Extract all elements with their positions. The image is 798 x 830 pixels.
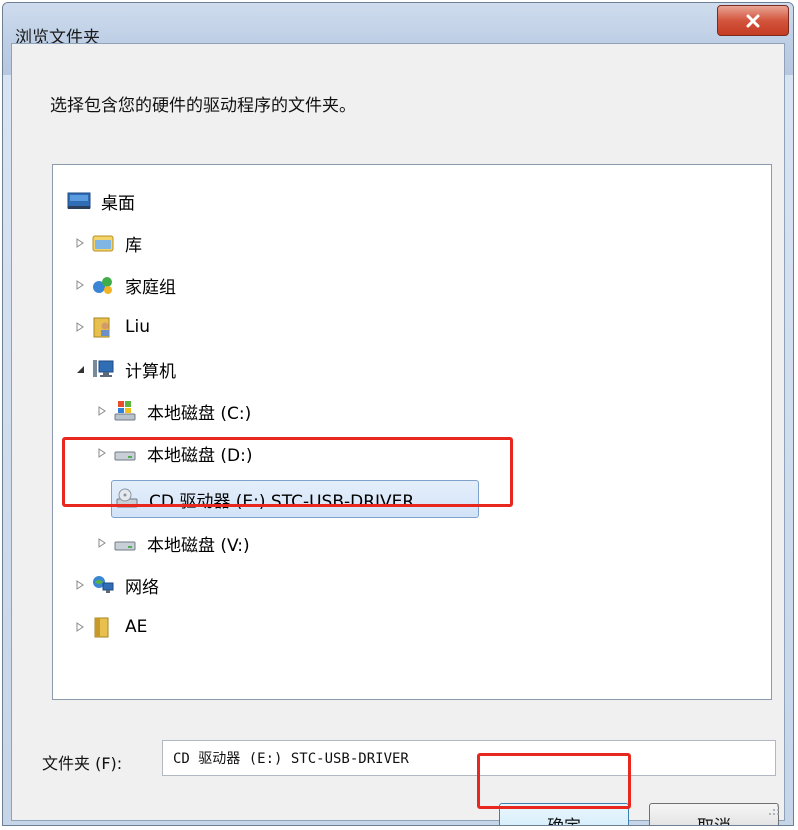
folder-path-value: CD 驱动器 (E:) STC-USB-DRIVER xyxy=(173,751,409,767)
drive-icon xyxy=(113,531,137,555)
tree-item-desktop[interactable]: 桌面 xyxy=(67,184,135,218)
folder-icon xyxy=(91,615,115,639)
cancel-button[interactable]: 取消 xyxy=(649,803,779,825)
collapse-arrow-icon[interactable] xyxy=(73,364,87,374)
annotation-box-ok-button xyxy=(477,753,631,809)
expand-arrow-icon[interactable] xyxy=(73,622,87,632)
tree-item-library[interactable]: 库 xyxy=(73,226,142,260)
tree-item-drive-v[interactable]: 本地磁盘 (V:) xyxy=(95,526,250,560)
browse-folder-dialog: 浏览文件夹 选择包含您的硬件的驱动程序的文件夹。 桌面 库 家庭组 Liu 计算… xyxy=(2,2,794,826)
desktop-icon xyxy=(67,189,91,213)
tree-item-homegroup[interactable]: 家庭组 xyxy=(73,268,176,302)
library-icon xyxy=(91,231,115,255)
tree-item-ae[interactable]: AE xyxy=(73,610,147,644)
expand-arrow-icon[interactable] xyxy=(95,406,109,416)
homegroup-icon xyxy=(91,273,115,297)
folder-path-field[interactable]: CD 驱动器 (E:) STC-USB-DRIVER xyxy=(162,740,776,776)
expand-arrow-icon[interactable] xyxy=(73,580,87,590)
network-icon xyxy=(91,573,115,597)
dialog-body: 选择包含您的硬件的驱动程序的文件夹。 桌面 库 家庭组 Liu 计算机 本地磁盘… xyxy=(11,43,785,825)
expand-arrow-icon[interactable] xyxy=(73,238,87,248)
expand-arrow-icon[interactable] xyxy=(73,322,87,332)
annotation-box-cd-drive xyxy=(62,437,513,507)
expand-arrow-icon[interactable] xyxy=(73,280,87,290)
folder-tree[interactable]: 桌面 库 家庭组 Liu 计算机 本地磁盘 (C:) 本地磁盘 (D:) CD … xyxy=(52,164,772,700)
expand-arrow-icon[interactable] xyxy=(95,538,109,548)
tree-item-user-liu[interactable]: Liu xyxy=(73,310,150,344)
instruction-text: 选择包含您的硬件的驱动程序的文件夹。 xyxy=(50,96,356,116)
tree-item-drive-c[interactable]: 本地磁盘 (C:) xyxy=(95,394,251,428)
computer-icon xyxy=(91,357,115,381)
resize-grip-icon[interactable] xyxy=(768,804,780,816)
user-folder-icon xyxy=(91,315,115,339)
close-button[interactable] xyxy=(717,5,789,36)
system-drive-icon xyxy=(113,399,137,423)
tree-item-computer[interactable]: 计算机 xyxy=(73,352,176,386)
close-icon xyxy=(746,14,760,27)
folder-field-label: 文件夹 (F): xyxy=(42,754,123,773)
tree-item-network[interactable]: 网络 xyxy=(73,568,159,602)
